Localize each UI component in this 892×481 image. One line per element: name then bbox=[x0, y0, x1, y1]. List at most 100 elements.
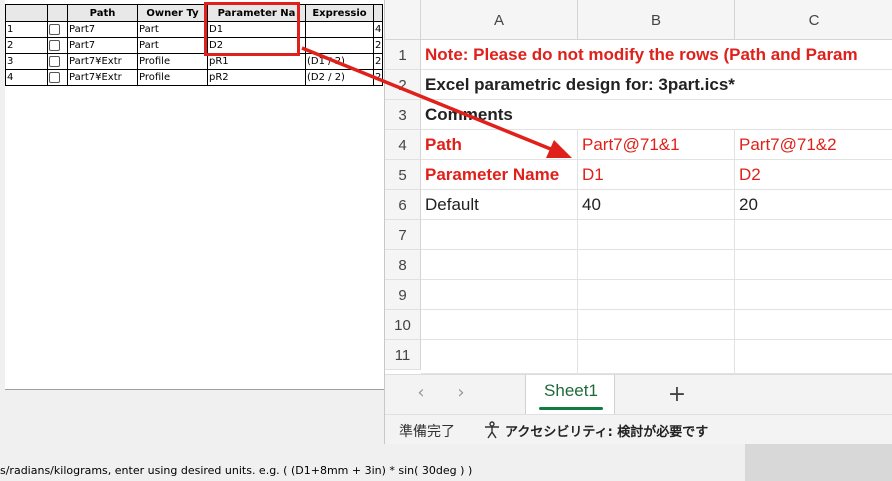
path-cell[interactable]: Part7¥Extr bbox=[67, 69, 138, 86]
cell[interactable] bbox=[421, 280, 578, 310]
extra-cell[interactable]: 2 bbox=[372, 37, 384, 54]
row-header-3[interactable]: 3 bbox=[385, 100, 421, 130]
cell[interactable] bbox=[578, 220, 735, 250]
cell-c6[interactable]: 20 bbox=[735, 190, 892, 220]
row-checkbox[interactable] bbox=[49, 23, 60, 35]
cell[interactable] bbox=[735, 310, 892, 340]
table-row[interactable]: 3 Part7¥Extr Profile pR1 (D1 / 2) 2 bbox=[5, 53, 384, 70]
cell-a4[interactable]: Path bbox=[421, 130, 578, 160]
comments-label: Comments bbox=[425, 105, 513, 124]
cell-a3[interactable]: Comments bbox=[421, 100, 892, 130]
row-checkbox-cell[interactable] bbox=[47, 21, 68, 38]
design-title-text: Excel parametric design for: 3part.ics* bbox=[425, 75, 735, 94]
header-extra[interactable] bbox=[372, 4, 384, 22]
owner-type-cell[interactable]: Part bbox=[137, 37, 208, 54]
cell-a6[interactable]: Default bbox=[421, 190, 578, 220]
cell-a1[interactable]: Note: Please do not modify the rows (Pat… bbox=[421, 40, 892, 70]
cell[interactable] bbox=[421, 340, 578, 374]
excel-window: A B C 1 2 3 4 5 6 7 8 9 10 11 Note: Plea… bbox=[384, 0, 892, 444]
row-checkbox[interactable] bbox=[49, 71, 60, 83]
row-header-7[interactable]: 7 bbox=[385, 220, 421, 250]
row-header-8[interactable]: 8 bbox=[385, 250, 421, 280]
chevron-right-icon[interactable]: › bbox=[451, 383, 471, 403]
cell[interactable] bbox=[421, 220, 578, 250]
accessibility-status[interactable]: アクセシビリティ: 検討が必要です bbox=[505, 421, 708, 440]
table-row[interactable]: 4 Part7¥Extr Profile pR2 (D2 / 2) 2 bbox=[5, 69, 384, 86]
owner-type-cell[interactable]: Profile bbox=[137, 53, 208, 70]
header-owner-type[interactable]: Owner Ty bbox=[137, 4, 208, 22]
status-ready: 準備完了 bbox=[399, 424, 455, 440]
row-checkbox[interactable] bbox=[49, 39, 60, 51]
row-header-5[interactable]: 5 bbox=[385, 160, 421, 190]
row-header-10[interactable]: 10 bbox=[385, 310, 421, 340]
plus-icon[interactable]: + bbox=[663, 381, 691, 409]
cell[interactable] bbox=[735, 340, 892, 374]
owner-type-cell[interactable]: Part bbox=[137, 21, 208, 38]
cell[interactable] bbox=[735, 250, 892, 280]
column-header-c[interactable]: C bbox=[735, 0, 892, 39]
extra-cell[interactable]: 4 bbox=[372, 21, 384, 38]
status-hint-text: s/radians/kilograms, enter using desired… bbox=[0, 464, 473, 477]
row-checkbox-cell[interactable] bbox=[47, 37, 68, 54]
column-header-bar: A B C bbox=[385, 0, 892, 40]
header-num[interactable] bbox=[5, 4, 48, 22]
highlight-box bbox=[204, 2, 300, 56]
expression-cell[interactable]: (D2 / 2) bbox=[305, 69, 374, 86]
cell[interactable] bbox=[578, 250, 735, 280]
expression-cell[interactable] bbox=[305, 21, 374, 38]
extra-cell[interactable]: 2 bbox=[372, 69, 384, 86]
cell-c5[interactable]: D2 bbox=[735, 160, 892, 190]
row-checkbox[interactable] bbox=[49, 55, 60, 67]
owner-type-cell[interactable]: Profile bbox=[137, 69, 208, 86]
active-tab-indicator bbox=[539, 407, 603, 410]
header-check[interactable] bbox=[47, 4, 68, 22]
row-header-1[interactable]: 1 bbox=[385, 40, 421, 70]
row-checkbox-cell[interactable] bbox=[47, 53, 68, 70]
cell-b6[interactable]: 40 bbox=[578, 190, 735, 220]
chevron-left-icon[interactable]: ‹ bbox=[411, 383, 431, 403]
table-header-row: Path Owner Ty Parameter Na Expressio bbox=[5, 4, 384, 22]
path-cell[interactable]: Part7¥Extr bbox=[67, 53, 138, 70]
table-row[interactable]: 2 Part7 Part D2 2 bbox=[5, 37, 384, 54]
path-cell[interactable]: Part7 bbox=[67, 37, 138, 54]
sheet-tab-bar: ‹ › Sheet1 + bbox=[385, 374, 892, 415]
row-number: 2 bbox=[5, 37, 48, 54]
extra-cell[interactable]: 2 bbox=[372, 53, 384, 70]
sheet-tab-sheet1[interactable]: Sheet1 bbox=[525, 375, 615, 415]
cell-b4[interactable]: Part7@71&1 bbox=[578, 130, 735, 160]
cell-a2[interactable]: Excel parametric design for: 3part.ics* bbox=[421, 70, 892, 100]
table-row[interactable]: 1 Part7 Part D1 4 bbox=[5, 21, 384, 38]
expression-cell[interactable] bbox=[305, 37, 374, 54]
parameter-table: Path Owner Ty Parameter Na Expressio 1 P… bbox=[5, 4, 384, 86]
row-checkbox-cell[interactable] bbox=[47, 69, 68, 86]
row-header-4[interactable]: 4 bbox=[385, 130, 421, 160]
header-path[interactable]: Path bbox=[67, 4, 138, 22]
cell[interactable] bbox=[735, 220, 892, 250]
cell[interactable] bbox=[578, 310, 735, 340]
row-header-2[interactable]: 2 bbox=[385, 70, 421, 100]
note-text: Note: Please do not modify the rows (Pat… bbox=[425, 45, 858, 64]
header-expression[interactable]: Expressio bbox=[305, 4, 374, 22]
cell[interactable] bbox=[578, 280, 735, 310]
row-number: 4 bbox=[5, 69, 48, 86]
excel-status-bar: 準備完了 アクセシビリティ: 検討が必要です bbox=[385, 414, 892, 444]
parameter-name-cell[interactable]: pR2 bbox=[207, 69, 306, 86]
cell[interactable] bbox=[735, 280, 892, 310]
row-header-9[interactable]: 9 bbox=[385, 280, 421, 310]
cell[interactable] bbox=[578, 340, 735, 374]
accessibility-icon[interactable] bbox=[483, 421, 501, 439]
row-header-11[interactable]: 11 bbox=[385, 340, 421, 370]
column-header-a[interactable]: A bbox=[421, 0, 578, 39]
cell-c4[interactable]: Part7@71&2 bbox=[735, 130, 892, 160]
expression-cell[interactable]: (D1 / 2) bbox=[305, 53, 374, 70]
path-cell[interactable]: Part7 bbox=[67, 21, 138, 38]
row-number: 1 bbox=[5, 21, 48, 38]
column-header-b[interactable]: B bbox=[578, 0, 735, 39]
status-bar-right bbox=[745, 440, 892, 481]
cell-a5[interactable]: Parameter Name bbox=[421, 160, 578, 190]
cell[interactable] bbox=[421, 310, 578, 340]
row-header-6[interactable]: 6 bbox=[385, 190, 421, 220]
select-all-corner[interactable] bbox=[385, 0, 421, 39]
cell[interactable] bbox=[421, 250, 578, 280]
cell-b5[interactable]: D1 bbox=[578, 160, 735, 190]
